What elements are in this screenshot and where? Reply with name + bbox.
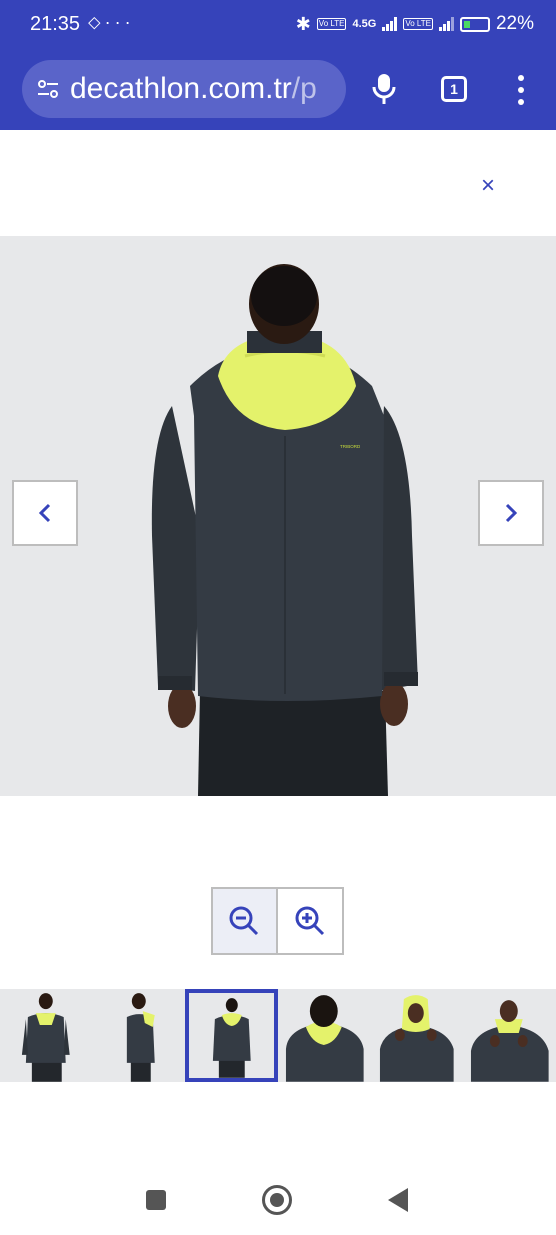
address-bar[interactable]: decathlon.com.tr/p	[22, 60, 346, 118]
volte-badge-1: Vo LTE	[316, 18, 347, 30]
recents-button[interactable]	[146, 1190, 166, 1210]
tab-count: 1	[450, 81, 458, 97]
jacket-back-photo: TRIBORD	[151, 264, 418, 796]
previous-image-button[interactable]	[12, 480, 78, 546]
signal-icon-1	[382, 17, 398, 31]
url-path: /p	[291, 72, 317, 105]
next-image-button[interactable]	[478, 480, 544, 546]
battery-icon	[459, 16, 490, 32]
thumbnail-image	[126, 993, 155, 1082]
thumbnail-3-selected[interactable]	[185, 989, 278, 1082]
bluetooth-icon: ✱	[295, 13, 311, 34]
thumbnail-image	[285, 995, 364, 1082]
volte-badge-2: Vo LTE	[403, 18, 433, 30]
browser-toolbar: decathlon.com.tr/p 1	[0, 52, 556, 130]
zoom-out-button[interactable]	[213, 889, 278, 953]
status-bar: 21:35 ⬦··· ✱ Vo LTE 4.5G Vo LTE 22%	[0, 0, 556, 52]
back-button[interactable]	[388, 1188, 408, 1212]
chevron-left-icon	[38, 503, 51, 523]
navigation-icon: ⬦	[88, 12, 105, 32]
url-text: decathlon.com.tr/p	[70, 72, 317, 106]
thumbnail-5[interactable]	[370, 989, 463, 1082]
url-host: decathlon.com.tr	[70, 72, 292, 105]
brand-logo: TRIBORD	[340, 444, 361, 449]
zoom-out-icon	[229, 906, 259, 936]
zoom-controls	[211, 887, 344, 955]
system-navigation-bar	[0, 1150, 556, 1235]
thumbnail-image	[213, 998, 251, 1078]
status-right-group: ✱ Vo LTE 4.5G Vo LTE 22%	[296, 13, 534, 35]
thumbnail-image	[21, 993, 70, 1082]
tab-switcher-button[interactable]: 1	[441, 76, 467, 102]
thumbnail-image	[380, 995, 455, 1082]
thumbnail-2[interactable]	[92, 989, 186, 1082]
battery-percent: 22%	[495, 13, 534, 34]
thumbnail-image	[470, 1000, 549, 1082]
more-icon: ···	[104, 12, 135, 32]
overflow-menu-icon[interactable]	[516, 74, 526, 106]
product-image[interactable]: TRIBORD	[0, 236, 556, 796]
signal-icon-2	[438, 17, 454, 31]
home-button[interactable]	[262, 1185, 292, 1215]
thumbnail-4[interactable]	[277, 989, 371, 1082]
thumbnail-6[interactable]	[462, 989, 556, 1082]
thumbnail-1[interactable]	[0, 989, 93, 1082]
zoom-in-button[interactable]	[278, 889, 343, 953]
network-type: 4.5G	[352, 18, 377, 30]
status-notification-icons: ⬦···	[88, 12, 135, 33]
close-viewer-button[interactable]: ×	[476, 174, 500, 198]
status-time: 21:35	[30, 13, 81, 35]
site-settings-icon[interactable]	[36, 77, 60, 101]
chevron-right-icon	[505, 503, 518, 523]
thumbnail-strip	[0, 989, 556, 1082]
microphone-icon[interactable]	[370, 72, 398, 106]
zoom-in-icon	[295, 906, 324, 936]
